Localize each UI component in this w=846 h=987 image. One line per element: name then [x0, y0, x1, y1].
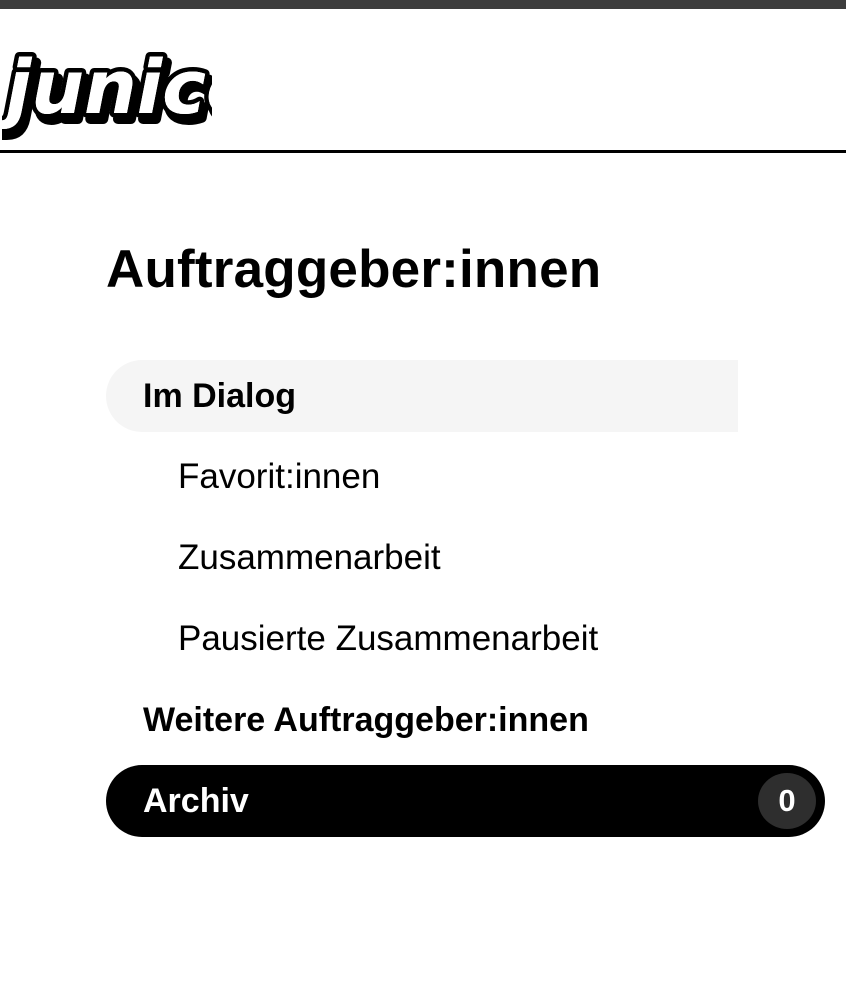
nav-item-label: Im Dialog: [143, 376, 297, 415]
page-title: Auftraggeber:innen: [106, 240, 602, 299]
logo-face: junico: [2, 45, 212, 131]
nav-item-weitere-auftraggeberinnen[interactable]: Weitere Auftraggeber:innen: [106, 684, 589, 756]
nav-item-label: Zusammenarbeit: [178, 538, 441, 577]
junico-logo[interactable]: junico junico junico: [2, 33, 212, 143]
browser-top-strip: [0, 0, 846, 9]
nav-item-archiv[interactable]: Archiv 0: [106, 765, 825, 837]
nav-item-label: Pausierte Zusammenarbeit: [178, 619, 599, 658]
nav-subitem-zusammenarbeit[interactable]: Zusammenarbeit: [106, 522, 441, 594]
nav-item-label: Favorit:innen: [178, 457, 381, 496]
nav-item-label: Archiv: [143, 781, 249, 820]
archive-count-badge: 0: [758, 773, 816, 829]
nav-subitem-pausierte-zusammenarbeit[interactable]: Pausierte Zusammenarbeit: [106, 603, 598, 675]
nav-subitem-favoritinnen[interactable]: Favorit:innen: [106, 441, 380, 513]
header-divider: [0, 150, 846, 153]
nav-item-im-dialog[interactable]: Im Dialog: [106, 360, 738, 432]
nav-item-label: Weitere Auftraggeber:innen: [143, 700, 589, 739]
junico-logo-icon: junico junico junico: [2, 41, 212, 143]
site-header: junico junico junico: [0, 9, 846, 150]
